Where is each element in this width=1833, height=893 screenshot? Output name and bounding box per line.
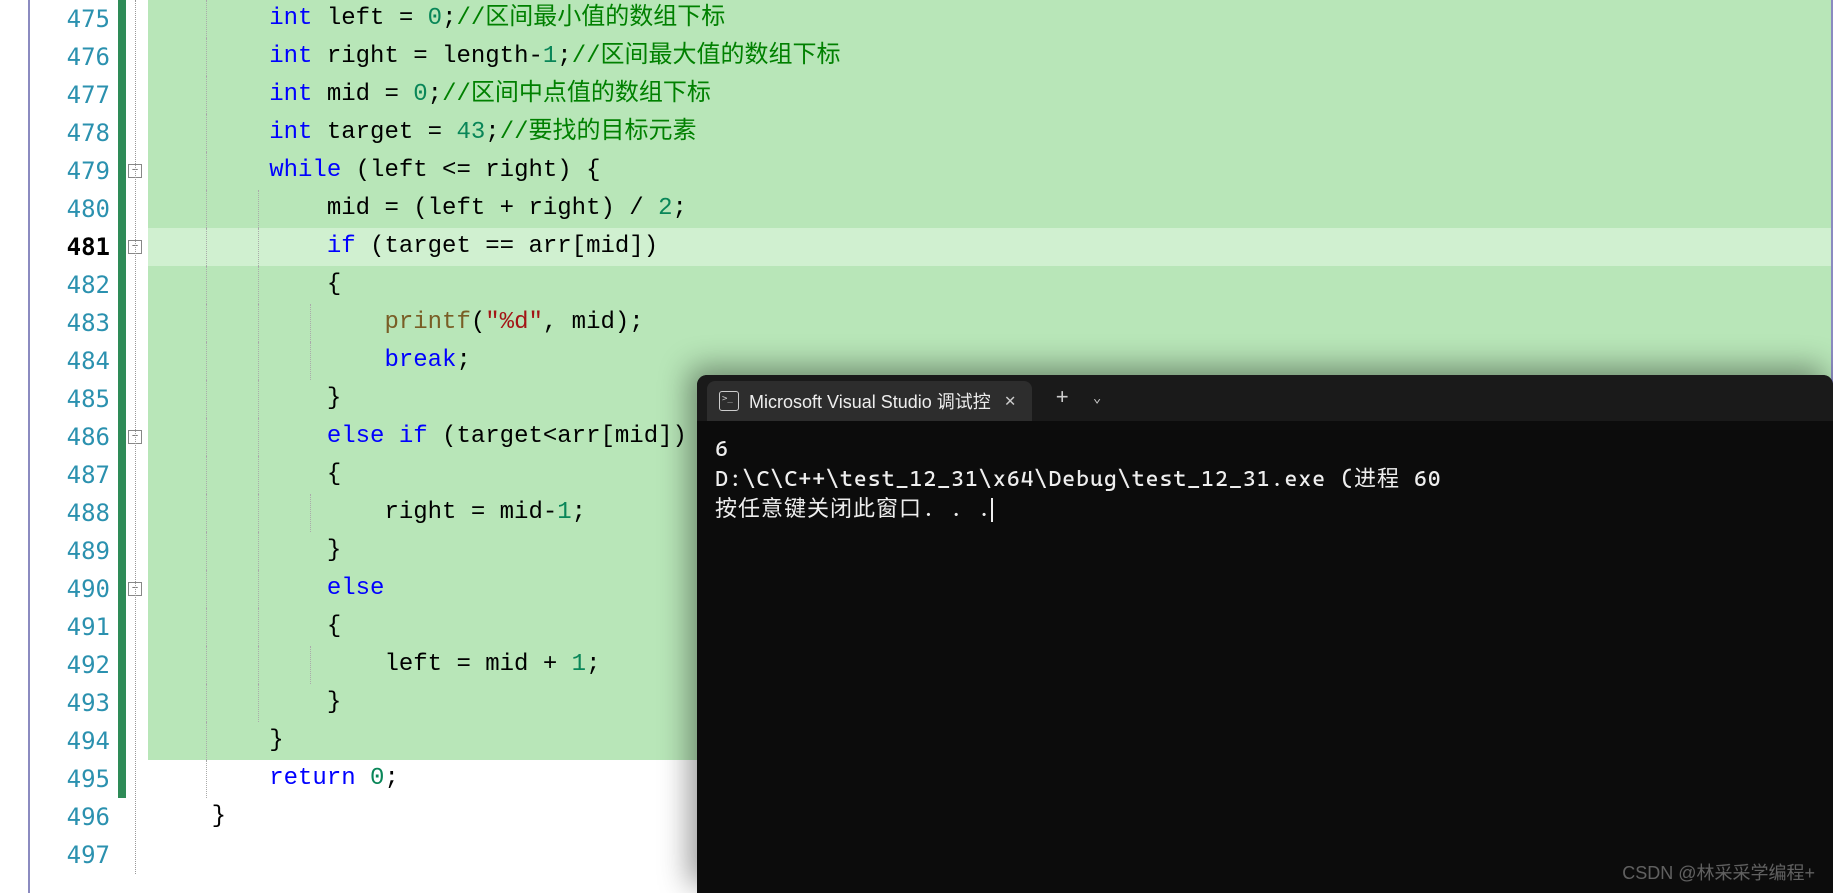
code-line[interactable]: int right = length-1;//区间最大值的数组下标: [148, 38, 1831, 76]
fold-gutter: −−−−: [126, 0, 148, 893]
line-number: 479: [30, 152, 110, 190]
line-number: 485: [30, 380, 110, 418]
line-number: 492: [30, 646, 110, 684]
terminal-line: D:\C\C++\test_12_31\x64\Debug\test_12_31…: [715, 465, 1815, 495]
line-number: 480: [30, 190, 110, 228]
line-number: 495: [30, 760, 110, 798]
line-number: 489: [30, 532, 110, 570]
code-line[interactable]: mid = (left + right) / 2;: [148, 190, 1831, 228]
terminal-window[interactable]: Microsoft Visual Studio 调试控 ✕ + ⌄ 6 D:\C…: [697, 375, 1833, 893]
terminal-cursor: [991, 498, 993, 522]
terminal-tab[interactable]: Microsoft Visual Studio 调试控 ✕: [707, 381, 1032, 421]
terminal-tab-title: Microsoft Visual Studio 调试控: [749, 388, 991, 414]
line-number: 482: [30, 266, 110, 304]
line-number: 490: [30, 570, 110, 608]
code-line[interactable]: int target = 43;//要找的目标元素: [148, 114, 1831, 152]
line-number: 477: [30, 76, 110, 114]
line-number: 493: [30, 684, 110, 722]
line-number: 478: [30, 114, 110, 152]
line-number: 481: [30, 228, 110, 266]
tab-dropdown-button[interactable]: ⌄: [1093, 390, 1101, 407]
line-number: 476: [30, 38, 110, 76]
line-number: 487: [30, 456, 110, 494]
terminal-icon: [719, 391, 739, 411]
line-number: 484: [30, 342, 110, 380]
terminal-output[interactable]: 6 D:\C\C++\test_12_31\x64\Debug\test_12_…: [697, 421, 1833, 539]
line-number: 486: [30, 418, 110, 456]
line-number: 496: [30, 798, 110, 836]
new-tab-button[interactable]: +: [1056, 386, 1069, 411]
line-number-gutter: 4754764774784794804814824834844854864874…: [30, 0, 118, 893]
terminal-tabbar: Microsoft Visual Studio 调试控 ✕ + ⌄: [697, 375, 1833, 421]
line-number: 475: [30, 0, 110, 38]
code-line[interactable]: int mid = 0;//区间中点值的数组下标: [148, 76, 1831, 114]
close-icon[interactable]: ✕: [1001, 390, 1020, 412]
code-line[interactable]: printf("%d", mid);: [148, 304, 1831, 342]
terminal-line: 按任意键关闭此窗口. . .: [715, 495, 1815, 525]
line-number: 497: [30, 836, 110, 874]
code-line[interactable]: if (target == arr[mid]): [148, 228, 1831, 266]
code-line[interactable]: while (left <= right) {: [148, 152, 1831, 190]
line-number: 488: [30, 494, 110, 532]
line-number: 494: [30, 722, 110, 760]
code-line[interactable]: {: [148, 266, 1831, 304]
line-number: 491: [30, 608, 110, 646]
terminal-line: 6: [715, 435, 1815, 465]
watermark: CSDN @林采采学编程+: [1622, 859, 1815, 885]
change-indicator-bar: [118, 0, 126, 798]
line-number: 483: [30, 304, 110, 342]
code-line[interactable]: int left = 0;//区间最小值的数组下标: [148, 0, 1831, 38]
